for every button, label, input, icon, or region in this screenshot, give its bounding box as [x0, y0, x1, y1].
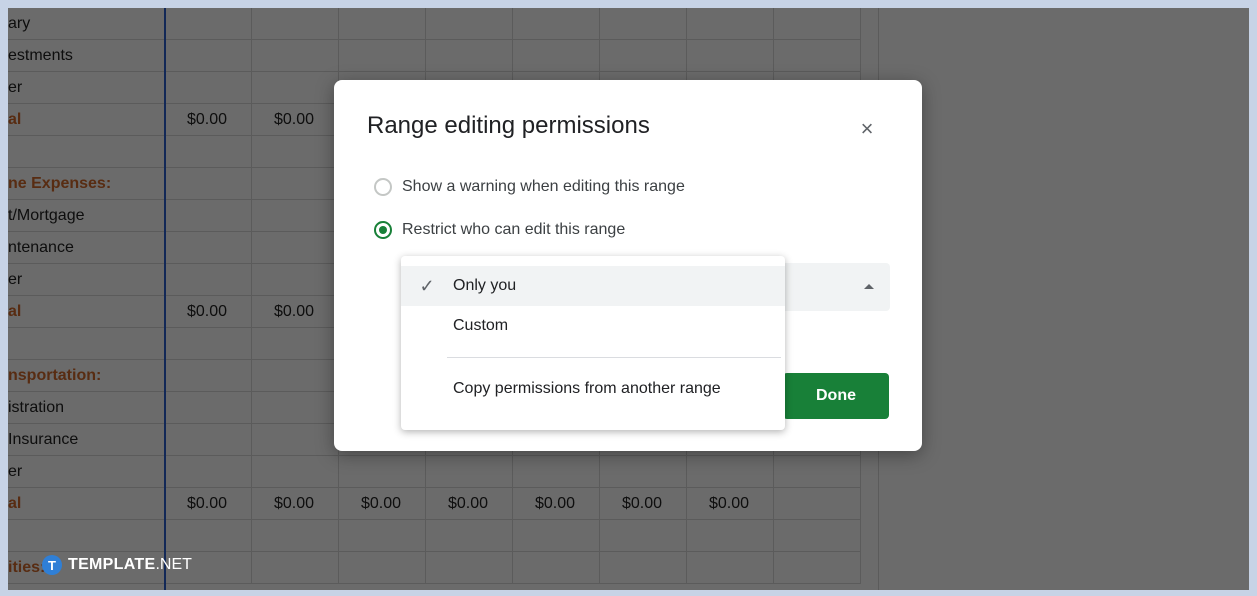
- template-logo-icon: T: [42, 555, 62, 575]
- option-restrict-editors-label: Restrict who can edit this range: [402, 221, 626, 238]
- close-button[interactable]: ×: [856, 118, 878, 140]
- editor-options-menu: ✓ Only you Custom Copy permissions from …: [401, 256, 785, 430]
- menu-item-label: Only you: [453, 277, 517, 294]
- screenshot-frame: aryestmentseral$0.00$0.00ne Expenses:t/M…: [8, 8, 1249, 590]
- close-icon: ×: [860, 116, 874, 141]
- caret-up-icon: [864, 284, 874, 289]
- watermark-suffix: .NET: [155, 556, 192, 573]
- menu-item-copy-permissions[interactable]: Copy permissions from another range: [401, 369, 785, 409]
- menu-divider: [447, 357, 781, 358]
- option-show-warning-label: Show a warning when editing this range: [402, 178, 685, 195]
- radio-restrict-editors[interactable]: [374, 221, 392, 239]
- menu-item-label: Copy permissions from another range: [453, 380, 721, 397]
- done-button[interactable]: Done: [783, 373, 889, 419]
- watermark-brand: TEMPLATE: [68, 556, 156, 573]
- dialog-title: Range editing permissions: [367, 112, 650, 139]
- menu-item-label: Custom: [453, 317, 509, 334]
- menu-item-custom[interactable]: Custom: [401, 306, 785, 346]
- watermark: T TEMPLATE .NET: [42, 553, 192, 577]
- radio-show-warning[interactable]: [374, 178, 392, 196]
- menu-item-only-you[interactable]: ✓ Only you: [401, 266, 785, 306]
- checkmark-icon: ✓: [419, 275, 435, 296]
- option-restrict-editors[interactable]: Restrict who can edit this range: [374, 221, 625, 239]
- option-show-warning[interactable]: Show a warning when editing this range: [374, 178, 685, 196]
